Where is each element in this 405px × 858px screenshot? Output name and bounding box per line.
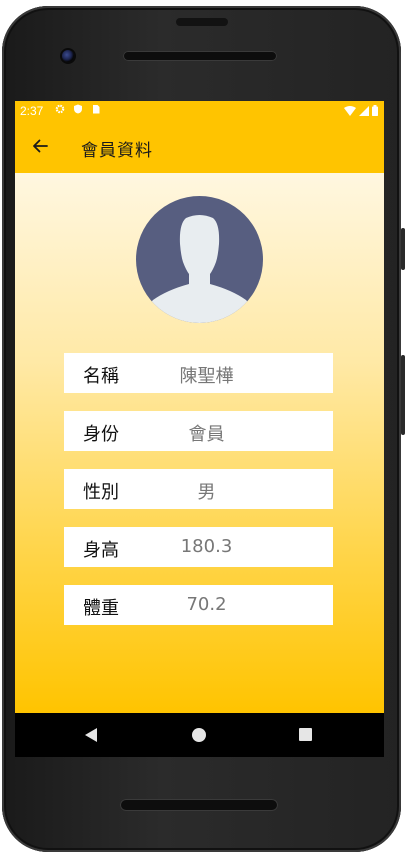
back-button[interactable] [27,133,53,159]
app-bar: 會員資料 [15,121,384,173]
field-gender: 性別 男 [64,469,333,509]
gear-icon [55,104,65,114]
top-sensor [176,18,228,26]
volume-button [401,228,405,270]
field-value: 男 [197,482,216,503]
screen: 2:37 會員資料 名稱 陳聖樺 身份 會員 性別 男 身高 180.3 體重 … [15,101,384,713]
avatar [136,196,263,323]
profile-content: 名稱 陳聖樺 身份 會員 性別 男 身高 180.3 體重 70.2 [15,173,384,713]
field-name: 名稱 陳聖樺 [64,353,333,393]
field-label: 性別 [83,482,119,503]
field-value: 70.2 [186,594,227,615]
person-silhouette-icon [145,215,254,323]
field-weight: 體重 70.2 [64,585,333,625]
field-value: 會員 [188,424,225,445]
top-speaker [123,51,277,61]
status-icons-left [55,104,101,114]
sim-card-icon [93,105,100,114]
system-nav-bar [15,713,384,757]
field-identity: 身份 會員 [64,411,333,451]
page-title: 會員資料 [81,141,153,161]
status-icons-right [344,105,378,116]
arrow-left-icon [33,139,48,153]
field-label: 身高 [83,540,119,561]
bottom-speaker [120,799,278,811]
status-bar: 2:37 [15,101,384,121]
status-time: 2:37 [20,104,44,118]
battery-icon [372,105,378,116]
field-value: 180.3 [180,536,233,557]
shield-icon [74,104,82,114]
home-circle-icon[interactable] [192,728,206,742]
field-label: 名稱 [83,366,119,387]
front-camera-icon [62,50,74,62]
signal-icon [359,105,369,116]
recents-square-icon[interactable] [299,728,312,741]
field-label: 體重 [83,598,119,619]
back-triangle-icon[interactable] [85,728,97,742]
field-label: 身份 [83,424,119,445]
wifi-icon [344,105,356,116]
field-value: 陳聖樺 [179,366,234,387]
phone-frame: 2:37 會員資料 名稱 陳聖樺 身份 會員 性別 男 身高 180.3 體重 … [0,0,405,858]
field-height: 身高 180.3 [64,527,333,567]
power-button [401,355,405,435]
